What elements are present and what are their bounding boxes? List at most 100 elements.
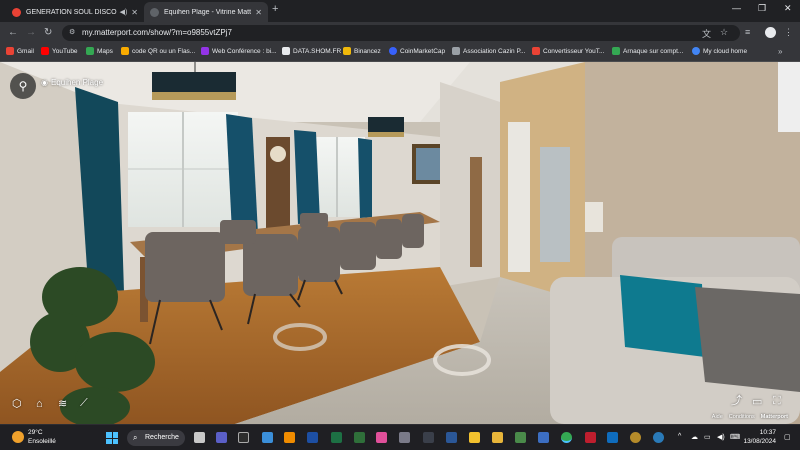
gear-icon (121, 47, 129, 55)
word-icon[interactable] (446, 432, 457, 443)
globe-icon[interactable] (653, 432, 664, 443)
show-hidden-icons[interactable]: ^ (678, 433, 681, 440)
converter-icon (532, 47, 540, 55)
location-pin-icon: ◉ (41, 78, 48, 87)
date: 13/08/2024 (743, 438, 776, 445)
bookmark-arnaque[interactable]: Arnaque sur compt... (612, 47, 683, 55)
spreadsheet-icon[interactable] (354, 432, 365, 443)
new-tab-button[interactable]: + (272, 3, 278, 15)
system-clock[interactable]: 10:37 13/08/2024 (736, 428, 776, 446)
windows-taskbar: 29°C Ensoleillé ⌕ Recherche ^ ☁ ▭ ◀) ⌨ 1… (0, 424, 800, 450)
chrome-icon[interactable] (561, 432, 572, 443)
filezilla-icon[interactable] (585, 432, 596, 443)
tab-equihen-plage[interactable]: Equihen Plage - Vitrine Matterp ✕ (144, 2, 268, 22)
folder-icon[interactable] (492, 432, 503, 443)
menu-icon[interactable]: ⋮ (784, 27, 793, 38)
floor-selector-icon[interactable]: ≋ (58, 397, 67, 410)
bookmark-gmail[interactable]: Gmail (6, 47, 34, 55)
fullscreen-icon[interactable]: ⛶ (773, 395, 781, 408)
close-tab-icon[interactable]: ✕ (255, 8, 262, 17)
browser-toolbar: ← → ↻ ⚙ my.matterport.com/show/?m=o9855v… (0, 22, 800, 44)
matterport-logo[interactable]: Matterport (761, 414, 788, 420)
youtube-icon (41, 47, 49, 55)
settings-icon[interactable] (630, 432, 641, 443)
film-app-icon[interactable] (399, 432, 410, 443)
site-info-icon[interactable]: ⚙ (69, 25, 75, 41)
vlc-icon[interactable] (284, 432, 295, 443)
bookmark-my-cloud-home[interactable]: My cloud home (692, 47, 747, 55)
outlook-icon[interactable] (607, 432, 618, 443)
url-text: my.matterport.com/show/?m=o9855vtZPj7 (82, 28, 232, 37)
media-control-icon[interactable]: ≡ (745, 27, 750, 37)
close-window-icon[interactable]: ✕ (784, 3, 792, 14)
space-name: Equihen Plage (50, 78, 104, 87)
photo-app-icon[interactable] (238, 432, 249, 443)
minimize-icon[interactable]: — (732, 3, 741, 13)
bookmark-binancez[interactable]: Binancez (343, 47, 381, 55)
bookmarks-bar: Gmail YouTube Maps code QR ou un Flas...… (0, 44, 800, 62)
tab-favicon (150, 7, 159, 17)
bookmark-label: DATA.SHOM.FR (293, 47, 342, 55)
conference-icon (201, 47, 209, 55)
bookmark-label: YouTube (52, 47, 78, 55)
bookmark-coinmarketcap[interactable]: CoinMarketCap (389, 47, 445, 55)
translate-icon[interactable]: 文 (702, 27, 711, 40)
help-link[interactable]: Aide (712, 414, 723, 420)
terms-link[interactable]: Conditions (729, 414, 755, 420)
task-view-icon[interactable] (194, 432, 205, 443)
start-button[interactable] (106, 432, 118, 444)
matterport-3d-view[interactable]: ⚲ ◉ Equihen Plage ⬡ ⌂ ≋ ⟋ ⤴ ▭ ⛶ Aide Con… (0, 62, 800, 424)
audio-editor-icon[interactable] (423, 432, 434, 443)
dollhouse-view-icon[interactable]: ⬡ (12, 397, 22, 410)
bookmark-convertisseur[interactable]: Convertisseur YouT... (532, 47, 604, 55)
taskbar-search[interactable]: ⌕ Recherche (127, 430, 185, 446)
bookmark-label: Association Cazin P... (463, 47, 526, 55)
weather-widget[interactable]: 29°C Ensoleillé (12, 428, 56, 446)
floor-plan-icon[interactable]: ⌂ (36, 398, 43, 410)
volume-icon[interactable]: ◀) (717, 433, 725, 441)
address-bar[interactable]: ⚙ my.matterport.com/show/?m=o9855vtZPj7 (62, 25, 740, 41)
search-label: Recherche (145, 434, 179, 441)
tab-favicon (12, 7, 21, 17)
app-icon[interactable] (515, 432, 526, 443)
notes-icon[interactable] (469, 432, 480, 443)
forward-icon[interactable]: → (26, 27, 36, 38)
gmail-icon (6, 47, 14, 55)
teams-icon[interactable] (216, 432, 227, 443)
viewer-footer: Aide Conditions Matterport (712, 414, 788, 420)
bookmark-maps[interactable]: Maps (86, 47, 113, 55)
bookmark-code-qr[interactable]: code QR ou un Flas... (121, 47, 195, 55)
audio-icon[interactable]: ◀) (120, 8, 128, 16)
bookmark-association-cazin[interactable]: Association Cazin P... (452, 47, 525, 55)
remote-app-icon[interactable] (262, 432, 273, 443)
excel-icon[interactable] (331, 432, 342, 443)
search-icon[interactable]: ⚲ (10, 73, 36, 99)
profile-avatar[interactable] (765, 27, 776, 38)
bookmark-label: Arnaque sur compt... (623, 47, 684, 55)
bookmark-star-icon[interactable]: ☆ (720, 27, 728, 38)
search-icon: ⌕ (133, 433, 138, 442)
reload-icon[interactable]: ↻ (44, 27, 52, 38)
onedrive-icon[interactable]: ☁ (691, 433, 698, 441)
network-icon[interactable]: ▭ (704, 433, 711, 441)
hd-app-icon[interactable] (307, 432, 318, 443)
room-scene (0, 62, 800, 424)
close-tab-icon[interactable]: ✕ (131, 8, 138, 17)
more-bookmarks-icon[interactable]: » (778, 47, 782, 56)
paint-icon[interactable] (376, 432, 387, 443)
measure-tool-icon[interactable]: ⟋ (80, 397, 88, 410)
tab-label: GÉNÉRATION SOUL DISCO (26, 8, 117, 16)
share-icon[interactable]: ⤴ (731, 392, 742, 408)
notification-icon[interactable]: ▢ (784, 433, 791, 441)
back-icon[interactable]: ← (8, 27, 18, 38)
maximize-icon[interactable]: ❐ (758, 3, 766, 14)
bookmark-youtube[interactable]: YouTube (41, 47, 78, 55)
bookmark-label: code QR ou un Flas... (132, 47, 196, 55)
word-doc-icon[interactable] (538, 432, 549, 443)
bookmark-label: CoinMarketCap (400, 47, 446, 55)
vr-icon[interactable]: ▭ (752, 395, 762, 408)
bookmark-web-conference[interactable]: Web Conférence : bi... (201, 47, 277, 55)
weather-desc: Ensoleillé (28, 438, 56, 445)
bookmark-data-shom[interactable]: DATA.SHOM.FR (282, 47, 341, 55)
tab-generation-soul-disco[interactable]: GÉNÉRATION SOUL DISCO ◀) ✕ (6, 2, 144, 22)
